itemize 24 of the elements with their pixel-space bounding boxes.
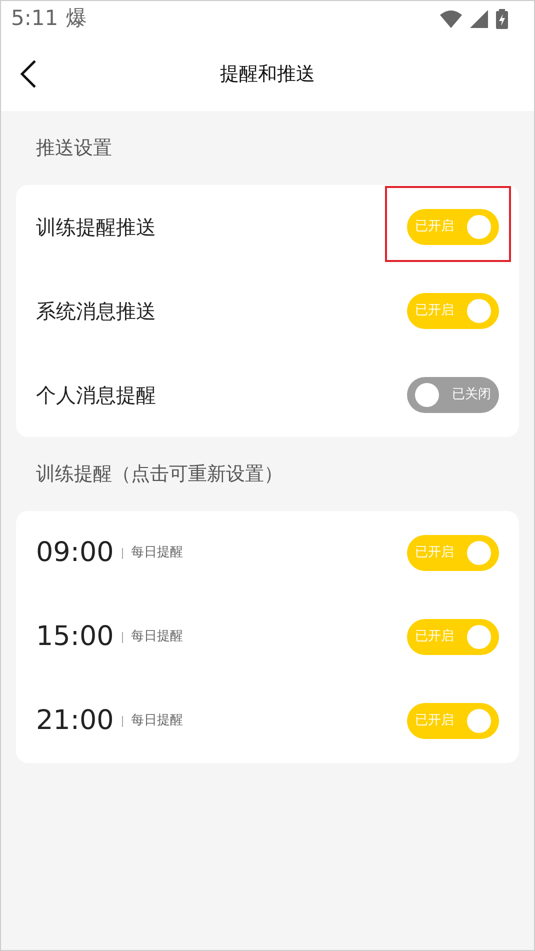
- setting-label: 训练提醒推送: [36, 214, 156, 241]
- repeat-label: 每日提醒: [130, 544, 183, 562]
- toggle-switch[interactable]: 已开启: [407, 293, 499, 329]
- status-time: 5:11: [11, 5, 58, 32]
- toggle-switch[interactable]: 已开启: [407, 209, 499, 245]
- toggle-switch[interactable]: 已关闭: [407, 377, 499, 413]
- signal-icon: [470, 10, 488, 28]
- section-title: 推送设置: [36, 136, 112, 161]
- notification-icon: 爆: [66, 3, 88, 35]
- back-button[interactable]: [19, 59, 39, 89]
- wifi-icon: [440, 10, 462, 28]
- reminder-time[interactable]: 21:00: [36, 700, 114, 742]
- toggle-switch[interactable]: 已开启: [407, 703, 499, 739]
- reminder-time[interactable]: 15:00: [36, 616, 114, 658]
- repeat-label: 每日提醒: [130, 712, 183, 730]
- toggle-switch[interactable]: 已开启: [407, 619, 499, 655]
- setting-label: 系统消息推送: [36, 298, 156, 325]
- section-title: 训练提醒（点击可重新设置）: [36, 462, 283, 487]
- reminder-time[interactable]: 09:00: [36, 532, 114, 574]
- setting-label: 个人消息提醒: [36, 382, 156, 409]
- repeat-label: 每日提醒: [130, 628, 183, 646]
- page-title: 提醒和推送: [220, 62, 315, 87]
- battery-icon: [496, 9, 508, 29]
- toggle-switch[interactable]: 已开启: [407, 535, 499, 571]
